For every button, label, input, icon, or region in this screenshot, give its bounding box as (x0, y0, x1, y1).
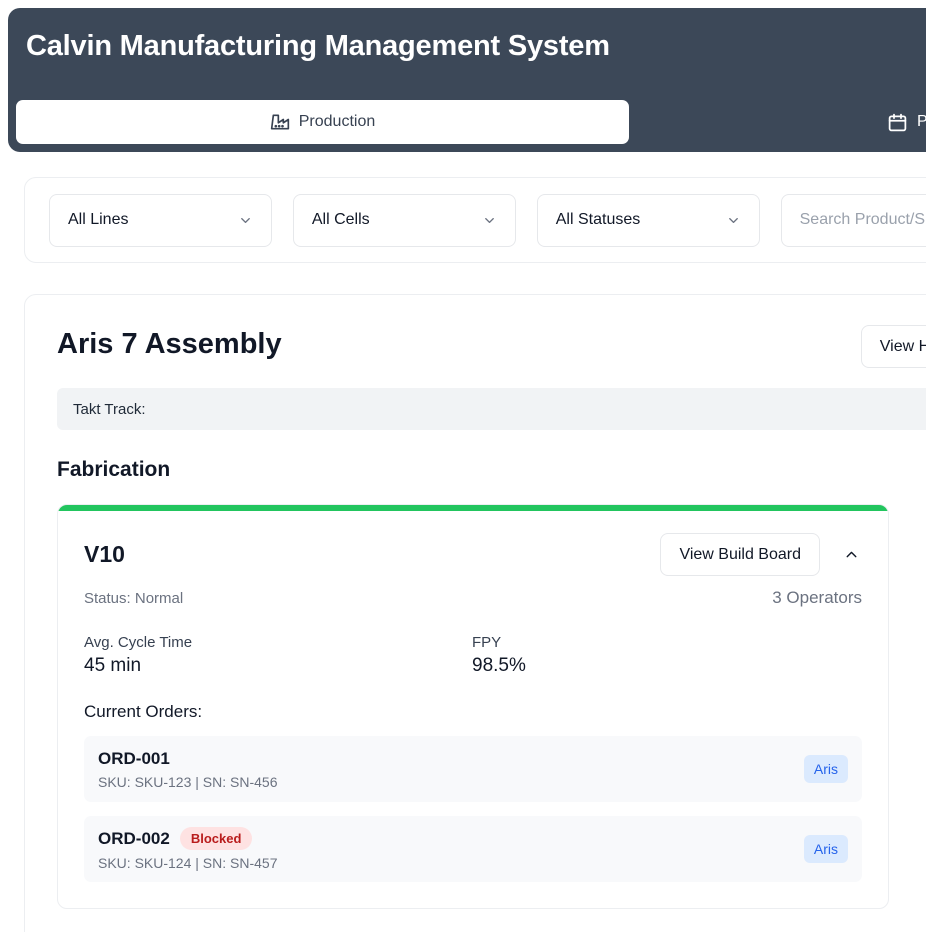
cell-operators-count: 3 Operators (772, 588, 862, 607)
metric-label: FPY (472, 634, 502, 651)
metric-avg-cycle-time: Avg. Cycle Time 45 min (84, 634, 472, 677)
order-meta: SKU: SKU-123 | SN: SN-456 (98, 773, 278, 790)
order-row[interactable]: ORD-002 Blocked SKU: SKU-124 | SN: SN-45… (84, 816, 862, 882)
cell-filter-select[interactable]: All Cells (292, 193, 516, 247)
factory-icon (270, 112, 290, 132)
tab-production[interactable]: Production (16, 100, 629, 144)
stage-title: Fabrication (57, 458, 171, 481)
metric-value: 98.5% (472, 655, 526, 676)
order-main: ORD-002 Blocked SKU: SKU-124 | SN: SN-45… (98, 827, 277, 871)
takt-track-bar: Takt Track: 15/20 Systems (57, 388, 926, 430)
view-heijunka-board-button[interactable]: View Heijunka Board (860, 325, 926, 368)
order-top: ORD-001 (98, 749, 277, 769)
cell-filter-value: All Cells (311, 211, 370, 228)
cell-metrics: Avg. Cycle Time 45 min FPY 98.5% (84, 634, 862, 677)
order-main: ORD-001 SKU: SKU-123 | SN: SN-456 (98, 749, 277, 790)
metric-value: 45 min (84, 655, 142, 676)
cell-header: V10 View Build Board (84, 533, 862, 576)
order-top: ORD-002 Blocked (98, 827, 277, 850)
metric-fpy: FPY 98.5% (472, 634, 860, 677)
order-product-badge: Aris (803, 835, 848, 863)
cell-name: V10 (84, 541, 125, 567)
nav-item-planning-label: Planning (917, 113, 926, 130)
app-title: Calvin Manufacturing Management System (26, 30, 610, 62)
collapse-cell-button[interactable] (840, 544, 862, 566)
order-status-badge: Blocked (179, 827, 253, 850)
line-filter-select[interactable]: All Lines (49, 193, 272, 247)
calendar-icon (887, 112, 908, 133)
search-field[interactable] (780, 193, 926, 247)
line-title: Aris 7 Assembly (57, 328, 282, 360)
takt-track-label: Takt Track: (73, 400, 146, 418)
status-filter-value: All Statuses (555, 211, 641, 228)
cell-header-actions: View Build Board (660, 533, 862, 576)
chevron-down-icon (482, 213, 497, 228)
order-id: ORD-001 (98, 748, 170, 768)
cell-status-text: Status: Normal (84, 589, 184, 607)
cell-body: V10 View Build Board Status: Normal 3 Op… (58, 511, 888, 908)
cell-subheader: Status: Normal 3 Operators (84, 588, 862, 608)
chevron-down-icon (726, 213, 741, 228)
order-meta: SKU: SKU-124 | SN: SN-457 (98, 855, 278, 871)
status-filter-select[interactable]: All Statuses (536, 193, 760, 247)
tab-production-label: Production (298, 113, 376, 130)
view-build-board-button[interactable]: View Build Board (660, 533, 820, 576)
app-root: Calvin Manufacturing Management System P… (0, 0, 926, 932)
filter-bar: All Lines All Cells All Statuses (24, 177, 926, 263)
line-filter-value: All Lines (68, 211, 129, 228)
app-header: Calvin Manufacturing Management System P… (8, 8, 926, 152)
order-row[interactable]: ORD-001 SKU: SKU-123 | SN: SN-456 Aris (84, 736, 862, 802)
order-product-badge: Aris (803, 755, 848, 783)
chevron-down-icon (238, 213, 253, 228)
chevron-up-icon (843, 546, 860, 563)
main-nav: Production Planning (16, 98, 926, 146)
cell-card-v10: V10 View Build Board Status: Normal 3 Op… (57, 504, 889, 909)
production-line-card: Aris 7 Assembly View Heijunka Board Takt… (24, 294, 926, 932)
order-id: ORD-002 (98, 828, 170, 848)
current-orders-label: Current Orders: (84, 702, 203, 721)
nav-item-planning[interactable]: Planning (887, 112, 926, 133)
line-header: Aris 7 Assembly View Heijunka Board (57, 325, 926, 377)
search-input[interactable] (797, 210, 926, 230)
metric-label: Avg. Cycle Time (84, 634, 193, 651)
